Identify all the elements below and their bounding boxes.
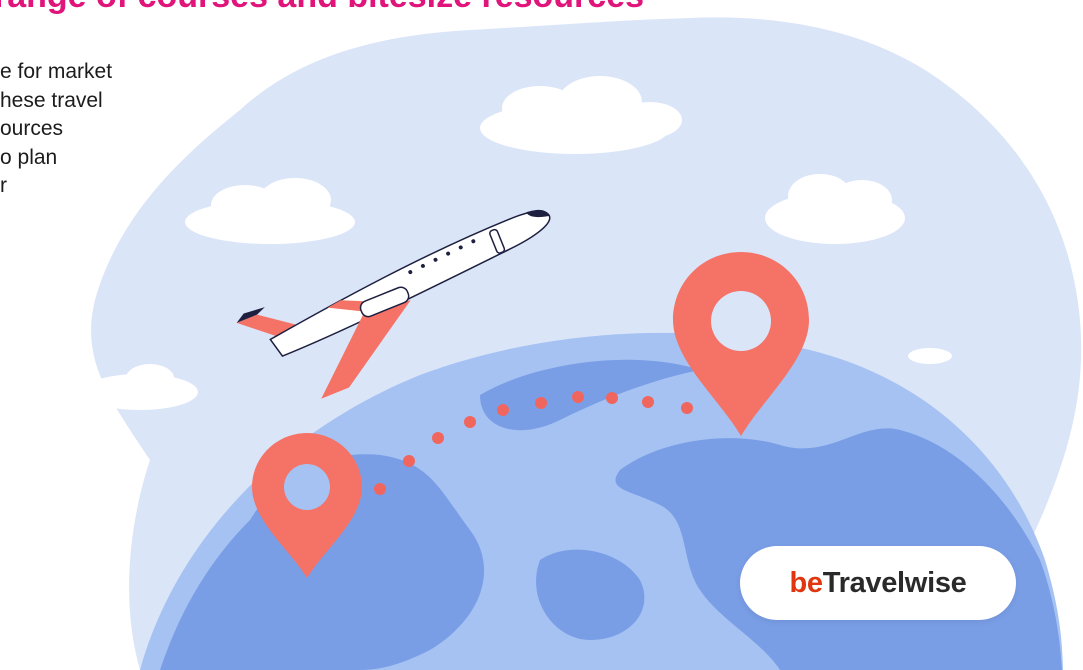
intro-line: e for market [0, 60, 113, 83]
logo-prefix: be [789, 566, 824, 599]
intro-line: ources [0, 117, 64, 140]
intro-line: r [0, 174, 7, 197]
page-heading: range of courses and bitesize resources [0, 0, 1083, 16]
intro-line: hese travel [0, 88, 103, 112]
intro-line: o plan [0, 145, 58, 169]
intro-text: e for market hese travel ources o plan r [0, 58, 200, 201]
logo-name: Travelwise [822, 566, 967, 599]
betravelwise-logo: be Travelwise [740, 546, 1016, 620]
promo-banner: range of courses and bitesize resources … [0, 0, 1083, 670]
cloud-icon [908, 348, 952, 364]
